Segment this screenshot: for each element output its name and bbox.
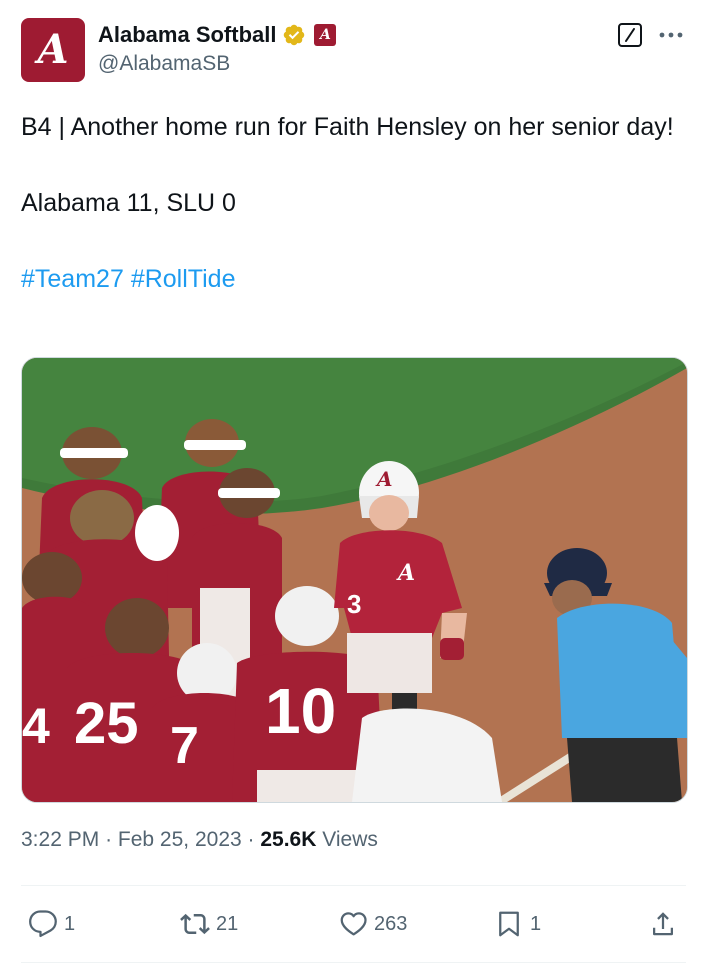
avatar-logo: A: [37, 26, 69, 73]
account-name-row: Alabama Softball A: [98, 20, 337, 50]
account-handle[interactable]: @AlabamaSB: [98, 52, 230, 76]
affiliate-badge-letter: A: [320, 27, 331, 43]
repost-button[interactable]: 21: [180, 903, 238, 945]
jersey-number-7: 7: [170, 717, 199, 775]
tweet-hashtags: #Team27 #RollTide: [21, 260, 691, 298]
reply-button[interactable]: 1: [28, 903, 75, 945]
heart-icon: [340, 912, 367, 936]
hashtag-rolltide[interactable]: #RollTide: [131, 265, 236, 293]
divider-top: [21, 885, 686, 886]
verified-badge-icon[interactable]: [282, 23, 306, 47]
tweet-photo[interactable]: 25 4 7 10 A 3 A: [21, 357, 688, 803]
hashtag-team27[interactable]: #Team27: [21, 265, 124, 293]
jersey-number-4: 4: [22, 698, 50, 754]
helmet-logo: A: [375, 467, 393, 491]
account-display-name[interactable]: Alabama Softball: [98, 22, 276, 48]
jersey-number-25: 25: [74, 691, 139, 756]
bookmark-count: 1: [530, 912, 542, 935]
more-icon[interactable]: [656, 24, 686, 46]
meta-separator-1: ·: [105, 828, 113, 851]
bookmark-icon: [499, 911, 519, 937]
account-avatar[interactable]: A: [21, 18, 85, 82]
photo-scene: 25 4 7 10 A 3 A: [22, 358, 687, 802]
reply-icon: [29, 910, 57, 938]
like-button[interactable]: 263: [338, 903, 407, 945]
tweet-time[interactable]: 3:22 PM: [21, 828, 99, 851]
share-button[interactable]: [648, 903, 678, 945]
jersey-number-3: 3: [347, 589, 361, 619]
jersey-logo: A: [396, 560, 415, 586]
share-icon: [653, 912, 673, 936]
tweet-text-score: Alabama 11, SLU 0: [21, 189, 236, 217]
views-count: 25.6K: [260, 828, 317, 851]
like-count: 263: [374, 912, 408, 935]
meta-separator-2: ·: [247, 828, 255, 851]
reply-count: 1: [64, 912, 76, 935]
jersey-number-10: 10: [265, 675, 336, 747]
views-label: Views: [322, 828, 378, 851]
grok-icon[interactable]: [617, 22, 643, 48]
repost-icon: [180, 913, 210, 935]
tweet-text-line1: B4 | Another home run for Faith Hensley …: [21, 113, 674, 141]
repost-count: 21: [216, 912, 239, 935]
bookmark-button[interactable]: 1: [494, 903, 541, 945]
divider-bottom: [21, 962, 686, 963]
tweet-meta: 3:22 PM · Feb 25, 2023 · 25.6K Views: [21, 828, 378, 852]
affiliate-badge-icon[interactable]: A: [314, 24, 337, 46]
tweet-text: B4 | Another home run for Faith Hensley …: [21, 108, 691, 298]
tweet-date[interactable]: Feb 25, 2023: [118, 828, 242, 851]
tweet-card: A Alabama Softball A @AlabamaSB B4 | Ano…: [0, 0, 706, 964]
